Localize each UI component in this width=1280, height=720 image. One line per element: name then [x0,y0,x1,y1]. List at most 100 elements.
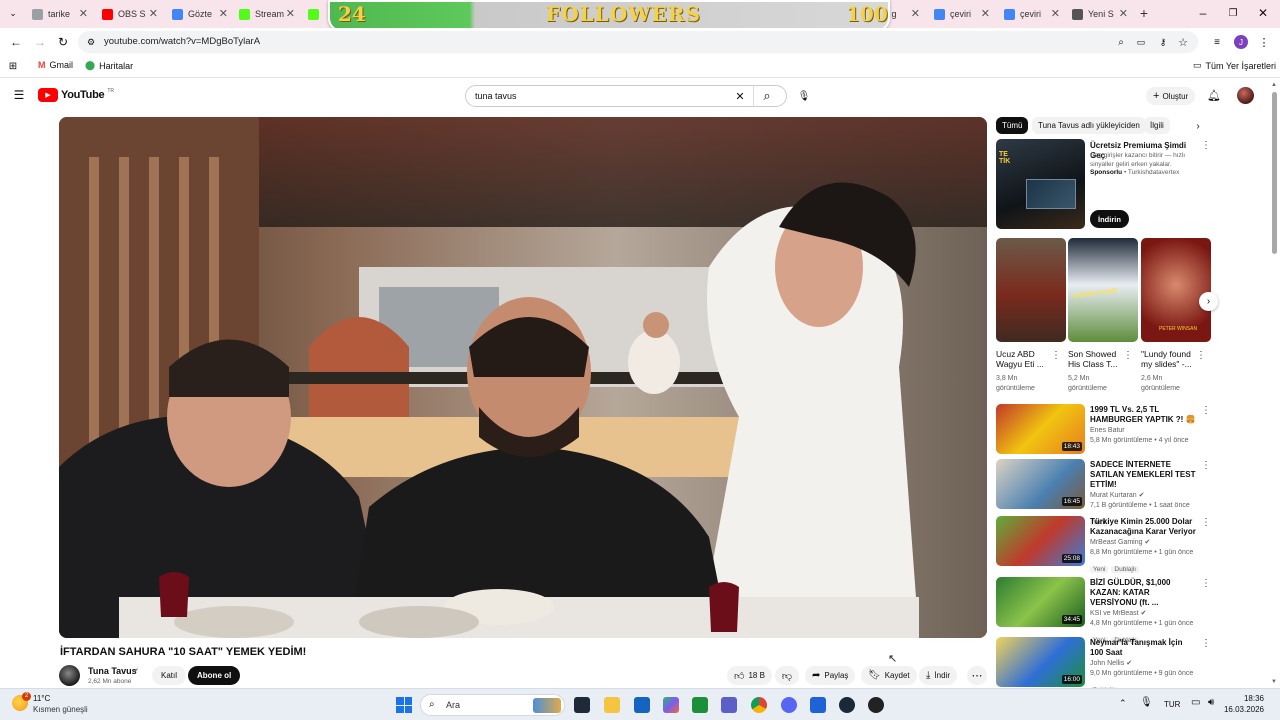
short-thumbnail[interactable]: RUNSEY HAND [1068,238,1138,342]
recommended-thumbnail[interactable]: 16:00 [996,637,1085,687]
ad-cta-button[interactable]: İndirin [1090,210,1129,228]
browser-tab[interactable]: Gözte ✕ [166,3,232,25]
recommended-title[interactable]: Neymar'la Tanışmak İçin 100 Saat [1090,638,1198,658]
tab-close-icon[interactable]: ✕ [219,7,228,20]
short-menu-icon[interactable]: ⋮ [1123,349,1133,363]
more-actions-button[interactable]: ⋯ [967,666,987,685]
show-hidden-icons[interactable]: ⌃ [1119,698,1127,709]
minimize-icon[interactable]: – [1196,5,1210,21]
recommended-menu-icon[interactable]: ⋮ [1201,637,1211,651]
bookmark-gmail[interactable]: M Gmail [38,60,73,70]
copilot-icon[interactable] [663,697,679,713]
notifications-bell-icon[interactable]: 🔔︎ [1207,88,1221,102]
apps-grid-icon[interactable]: ⊞ [7,60,19,72]
tab-close-icon[interactable]: ✕ [911,7,920,20]
clock-time[interactable]: 18:36 [1232,694,1264,703]
recommended-title[interactable]: Türkiye Kimin 25.000 Dolar Kazanacağına … [1090,517,1198,537]
browser-tab[interactable]: çeviri ✕ [998,3,1064,25]
address-bar[interactable]: ⚙ youtube.com/watch?v=MDgBoTylarA ⌕ ▭ ⚷ … [78,31,1198,53]
outlook-icon[interactable] [634,697,650,713]
task-view-icon[interactable] [574,697,590,713]
bookmark-maps[interactable]: ⬤ Haritalar [85,60,133,71]
new-tab-icon[interactable]: + [1137,5,1151,21]
tab-close-icon[interactable]: ✕ [149,7,158,20]
download-button[interactable]: ⤓ İndir [919,666,957,685]
youtube-logo[interactable]: ▶ YouTube TR [38,88,114,102]
close-window-icon[interactable]: ✕ [1256,5,1270,21]
browser-tab[interactable]: çeviri ✕ [928,3,994,25]
scroll-down-icon[interactable]: ▼ [1271,679,1277,685]
recommended-thumbnail[interactable]: 16:45 [996,459,1085,509]
join-button[interactable]: Katıl [152,666,187,685]
recommended-channel[interactable]: MrBeast Gaming [1090,539,1143,546]
shorts-next-icon[interactable]: › [1199,292,1218,311]
clock-date[interactable]: 16.03.2026 [1222,705,1264,714]
tab-close-icon[interactable]: ✕ [981,7,990,20]
recommended-thumbnail[interactable]: 18:43 [996,404,1085,454]
voice-search-icon[interactable]: 🎙 [796,88,812,104]
ad-thumbnail[interactable]: TE TİK [996,139,1085,229]
recommended-menu-icon[interactable]: ⋮ [1201,404,1211,418]
microphone-icon[interactable]: 🎙︎ [1140,697,1153,708]
reading-list-icon[interactable]: ≡ [1210,34,1224,50]
create-button[interactable]: + Oluştur [1146,87,1196,105]
back-icon[interactable]: ← [8,34,24,50]
browser-tab[interactable]: OBS S ✕ [96,3,162,25]
recommended-title[interactable]: SADECE İNTERNETE SATILAN YEMEKLERİ TEST … [1090,460,1198,490]
app-icon[interactable] [810,697,826,713]
chips-next-icon[interactable]: › [1192,119,1204,133]
recommended-item[interactable]: Türkiye Kimin 25.000 Dolar Kazanacağına … [1090,517,1198,576]
file-explorer-icon[interactable] [604,697,620,713]
recommended-channel[interactable]: Enes Batur [1090,427,1125,434]
vim-icon[interactable] [692,697,708,713]
share-button[interactable]: ➦ Paylaş [805,666,856,685]
url-text[interactable]: youtube.com/watch?v=MDgBoTylarA [104,36,260,47]
discord-icon[interactable] [781,697,797,713]
ad-menu-icon[interactable]: ⋮ [1201,139,1211,153]
short-menu-icon[interactable]: ⋮ [1196,349,1206,363]
recommended-title[interactable]: 1999 TL Vs. 2,5 TL HAMBURGER YAPTIK ?! 🍔 [1090,405,1198,425]
browser-tab[interactable]: Stream ✕ [233,3,299,25]
chrome-menu-icon[interactable]: ⋮ [1258,34,1270,50]
chip-uploader[interactable]: Tuna Tavus adlı yükleyiciden [1032,117,1146,134]
chip-related[interactable]: İlgili [1144,117,1170,134]
taskbar-search[interactable]: ⌕ Ara [420,694,565,716]
search-icon[interactable]: ⌕ [760,88,774,103]
site-info-icon[interactable]: ⚙ [84,35,98,49]
steam-icon[interactable] [839,697,855,713]
recommended-item[interactable]: 1999 TL Vs. 2,5 TL HAMBURGER YAPTIK ?! 🍔… [1090,405,1198,446]
scroll-up-icon[interactable]: ▲ [1271,82,1277,88]
short-menu-icon[interactable]: ⋮ [1051,349,1061,363]
language-indicator[interactable]: TUR [1164,700,1180,709]
recommended-thumbnail[interactable]: 25:08 [996,516,1085,566]
like-button[interactable]: 👍︎ 18 B [727,666,772,685]
volume-icon[interactable]: 🔊︎ [1208,697,1214,708]
tab-close-icon[interactable]: ✕ [286,7,295,20]
short-title[interactable]: Son Showed His Class T... [1068,349,1126,369]
short-thumbnail[interactable]: PETER WINSAN [1141,238,1211,342]
scrollbar-thumb[interactable] [1272,92,1277,254]
zoom-icon[interactable]: ⌕ [1114,35,1128,49]
chip-all[interactable]: Tümü [996,117,1029,134]
search-input[interactable]: tuna tavus ✕ [465,85,787,107]
short-title[interactable]: "Lundy found my slides" -... [1141,349,1199,369]
password-key-icon[interactable]: ⚷ [1156,35,1170,49]
recommended-channel[interactable]: KSI ve MrBeast [1090,610,1139,617]
tab-search-icon[interactable]: ⌄ [6,6,20,20]
profile-avatar[interactable]: J [1234,35,1248,49]
search-value[interactable]: tuna tavus [475,91,517,101]
recommended-menu-icon[interactable]: ⋮ [1201,516,1211,530]
dislike-button[interactable]: 👎︎ [775,666,799,685]
start-button-icon[interactable] [396,697,412,713]
recommended-item[interactable]: BİZİ GÜLDÜR, $1,000 KAZAN: KATAR VERSİYO… [1090,578,1198,647]
cast-icon[interactable]: ▭ [1134,35,1148,49]
short-title[interactable]: Ucuz ABD Wagyu Eti ... [996,349,1052,369]
restore-icon[interactable]: ❐ [1226,5,1240,21]
channel-avatar[interactable] [1237,87,1254,104]
recommended-thumbnail[interactable]: 34:45 [996,577,1085,627]
tab-close-icon[interactable]: ✕ [1051,7,1060,20]
recommended-channel[interactable]: John Nellis [1090,660,1124,667]
browser-tab[interactable]: Yeni S ✕ [1066,3,1132,25]
save-button[interactable]: 🔖︎ Kaydet [861,666,917,685]
short-thumbnail[interactable] [996,238,1066,342]
